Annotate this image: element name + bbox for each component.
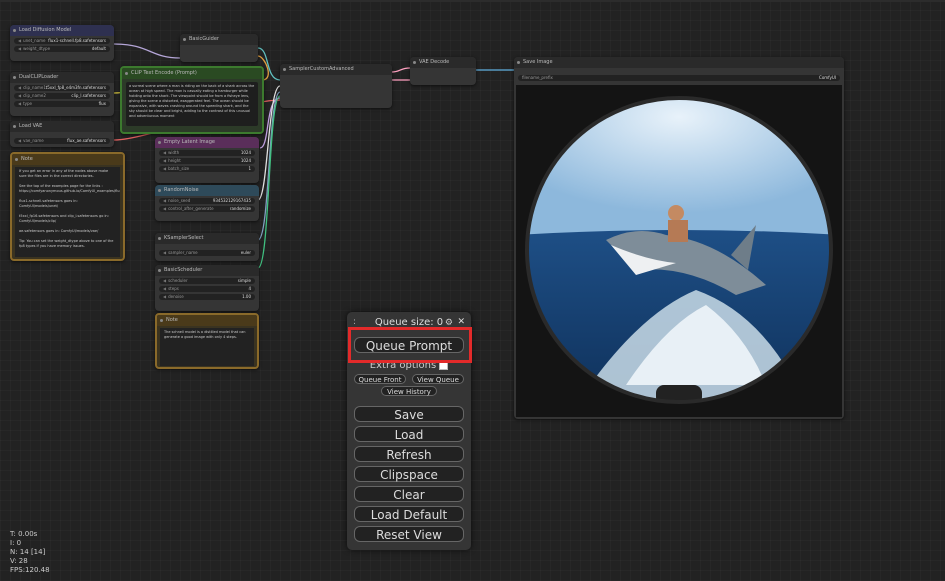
widget-type[interactable]: ◀ type flux (14, 101, 110, 107)
generated-image (516, 85, 842, 417)
node-title: DualCLIPLoader (10, 72, 114, 83)
node-title: Save Image (514, 57, 844, 68)
prompt-textarea[interactable]: a surreal scene where a man is riding on… (126, 82, 258, 126)
node-title: BasicGuider (180, 34, 258, 45)
widget-vae-name[interactable]: ◀ vae_name flux_ae.safetensors (14, 138, 110, 144)
node-random-noise[interactable]: RandomNoise ◀ noise_seed 934532129167435 ◀… (155, 185, 259, 221)
node-note-2[interactable]: Note The schnell model is a distilled mo… (155, 313, 259, 369)
note-text[interactable]: The schnell model is a distilled model t… (160, 328, 254, 366)
widget-control-after-generate[interactable]: ◀ control_after_generate randomize (159, 206, 255, 212)
node-ksampler-select[interactable]: KSamplerSelect ◀ sampler_name euler (155, 233, 259, 261)
widget-scheduler[interactable]: ◀ scheduler simple (159, 278, 255, 284)
widget-width[interactable]: ◀ width 1024 (159, 150, 255, 156)
widget-weight-dtype[interactable]: ◀ weight_dtype default (14, 46, 110, 52)
clear-button[interactable]: Clear (354, 486, 464, 502)
node-clip-text-encode[interactable]: CLIP Text Encode (Prompt) a surreal scen… (120, 66, 264, 134)
highlight-box (348, 327, 472, 363)
node-load-vae[interactable]: Load VAE ◀ vae_name flux_ae.safetensors (10, 121, 114, 147)
save-button[interactable]: Save (354, 406, 464, 422)
widget-steps[interactable]: ◀ steps 4 (159, 286, 255, 292)
node-save-image[interactable]: Save Image filename_prefix ComfyUI (514, 57, 844, 419)
node-title: Empty Latent Image (155, 137, 259, 148)
stat-time: T: 0.00s (10, 530, 38, 538)
node-sampler-custom-advanced[interactable]: SamplerCustomAdvanced (280, 64, 392, 108)
stat-fps: FPS:120.48 (10, 566, 50, 574)
close-icon[interactable]: ✕ (457, 317, 465, 327)
view-queue-button[interactable]: View Queue (412, 374, 464, 384)
node-title: BasicScheduler (155, 265, 259, 276)
node-title: VAE Decode (410, 57, 476, 68)
widget-clip-name1[interactable]: ◀ clip_name1 t5xxl_fp8_e4m3fn.safetensors (14, 85, 110, 91)
refresh-button[interactable]: Refresh (354, 446, 464, 462)
view-history-button[interactable]: View History (381, 386, 437, 396)
widget-filename-prefix[interactable]: filename_prefix ComfyUI (518, 75, 840, 81)
widget-batch-size[interactable]: ◀ batch_size 1 (159, 166, 255, 172)
node-basic-scheduler[interactable]: BasicScheduler ◀ scheduler simple ◀ steps 4 … (155, 265, 259, 311)
note-text[interactable]: If you get an error in any of the nodes … (15, 167, 120, 257)
stat-i: I: 0 (10, 539, 22, 547)
stat-v: V: 28 (10, 557, 28, 565)
node-dual-clip-loader[interactable]: DualCLIPLoader ◀ clip_name1 t5xxl_fp8_e4m3… (10, 72, 114, 116)
node-title: Note (12, 154, 123, 165)
clipspace-button[interactable]: Clipspace (354, 466, 464, 482)
node-empty-latent-image[interactable]: Empty Latent Image ◀ width 1024 ◀ height 102… (155, 137, 259, 183)
node-title: KSamplerSelect (155, 233, 259, 244)
node-vae-decode[interactable]: VAE Decode (410, 57, 476, 85)
reset-view-button[interactable]: Reset View (354, 526, 464, 542)
node-title: Note (157, 315, 257, 326)
node-load-diffusion-model[interactable]: Load Diffusion Model ◀ unet_name flux1-sch… (10, 25, 114, 61)
node-title: Load VAE (10, 121, 114, 132)
load-button[interactable]: Load (354, 426, 464, 442)
node-title: RandomNoise (155, 185, 259, 196)
node-note-1[interactable]: Note If you get an error in any of the n… (10, 152, 125, 261)
node-title: SamplerCustomAdvanced (280, 64, 392, 75)
widget-height[interactable]: ◀ height 1024 (159, 158, 255, 164)
top-bar (0, 0, 945, 2)
load-default-button[interactable]: Load Default (354, 506, 464, 522)
widget-noise-seed[interactable]: ◀ noise_seed 934532129167435 (159, 198, 255, 204)
queue-front-button[interactable]: Queue Front (354, 374, 406, 384)
widget-sampler-name[interactable]: ◀ sampler_name euler (159, 250, 255, 256)
node-title: CLIP Text Encode (Prompt) (122, 68, 262, 79)
node-title: Load Diffusion Model (10, 25, 114, 36)
widget-clip-name2[interactable]: ◀ clip_name2 clip_l.safetensors (14, 93, 110, 99)
node-basic-guider[interactable]: BasicGuider (180, 34, 258, 62)
widget-unet-name[interactable]: ◀ unet_name flux1-schnell.fp8.safetensors (14, 38, 110, 44)
stat-nodes: N: 14 [14] (10, 548, 46, 556)
widget-denoise[interactable]: ◀ denoise 1.00 (159, 294, 255, 300)
